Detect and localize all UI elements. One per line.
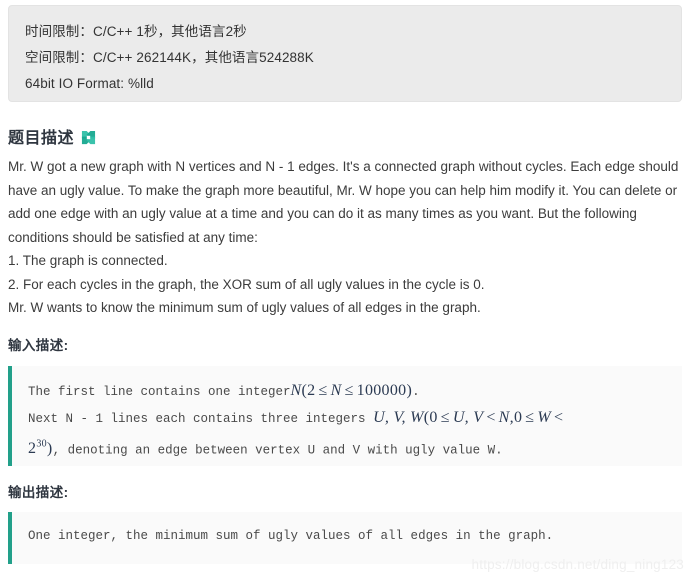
- problem-page: 时间限制：C/C++ 1秒，其他语言2秒 空间限制：C/C++ 262144K，…: [0, 0, 690, 574]
- input-description-heading: 输入描述:: [8, 338, 69, 353]
- watermark: https://blog.csdn.net/ding_ning123: [471, 557, 684, 572]
- description-body: Mr. W got a new graph with N vertices an…: [8, 155, 682, 320]
- io-format-line: 64bit IO Format: %lld: [25, 76, 154, 91]
- input-line-2-prefix: Next N - 1 lines each contains three int…: [28, 412, 374, 426]
- input-line-3-suffix: , denoting an edge between vertex U and …: [52, 443, 503, 458]
- description-heading: 题目描述: [8, 124, 96, 148]
- input-line-1-suffix: .: [412, 385, 420, 399]
- description-condition-1: 1. The graph is connected.: [8, 253, 168, 268]
- limits-panel: 时间限制：C/C++ 1秒，其他语言2秒 空间限制：C/C++ 262144K，…: [8, 5, 682, 102]
- output-line-1: One integer, the minimum sum of ugly val…: [28, 529, 554, 543]
- input-line-1: The first line contains one integerN(2 ≤ N…: [28, 378, 668, 405]
- input-line-2-math: U, V, W(0 ≤ U, V < N,0 ≤ W <: [373, 409, 564, 426]
- expand-arrows-x-icon[interactable]: [81, 130, 96, 145]
- input-line-3: 230), denoting an edge between vertex U …: [28, 432, 668, 463]
- time-limit-line: 时间限制：C/C++ 1秒，其他语言2秒: [25, 24, 247, 39]
- memory-limit-line: 空间限制：C/C++ 262144K，其他语言524288K: [25, 50, 314, 65]
- input-line-1-math: N(2 ≤ N ≤100000): [290, 382, 413, 399]
- description-condition-2: 2. For each cycles in the graph, the XOR…: [8, 276, 485, 292]
- input-line-3-math: 230): [28, 439, 53, 458]
- description-heading-label: 题目描述: [8, 130, 75, 147]
- description-paragraph-1: Mr. W got a new graph with N vertices an…: [8, 159, 679, 245]
- output-description-heading: 输出描述:: [8, 485, 69, 500]
- input-line-2: Next N - 1 lines each contains three int…: [28, 405, 668, 432]
- input-description-block: The first line contains one integerN(2 ≤ N…: [8, 366, 682, 466]
- description-paragraph-2: Mr. W wants to know the minimum sum of u…: [8, 300, 481, 315]
- input-line-1-prefix: The first line contains one integer: [28, 385, 291, 399]
